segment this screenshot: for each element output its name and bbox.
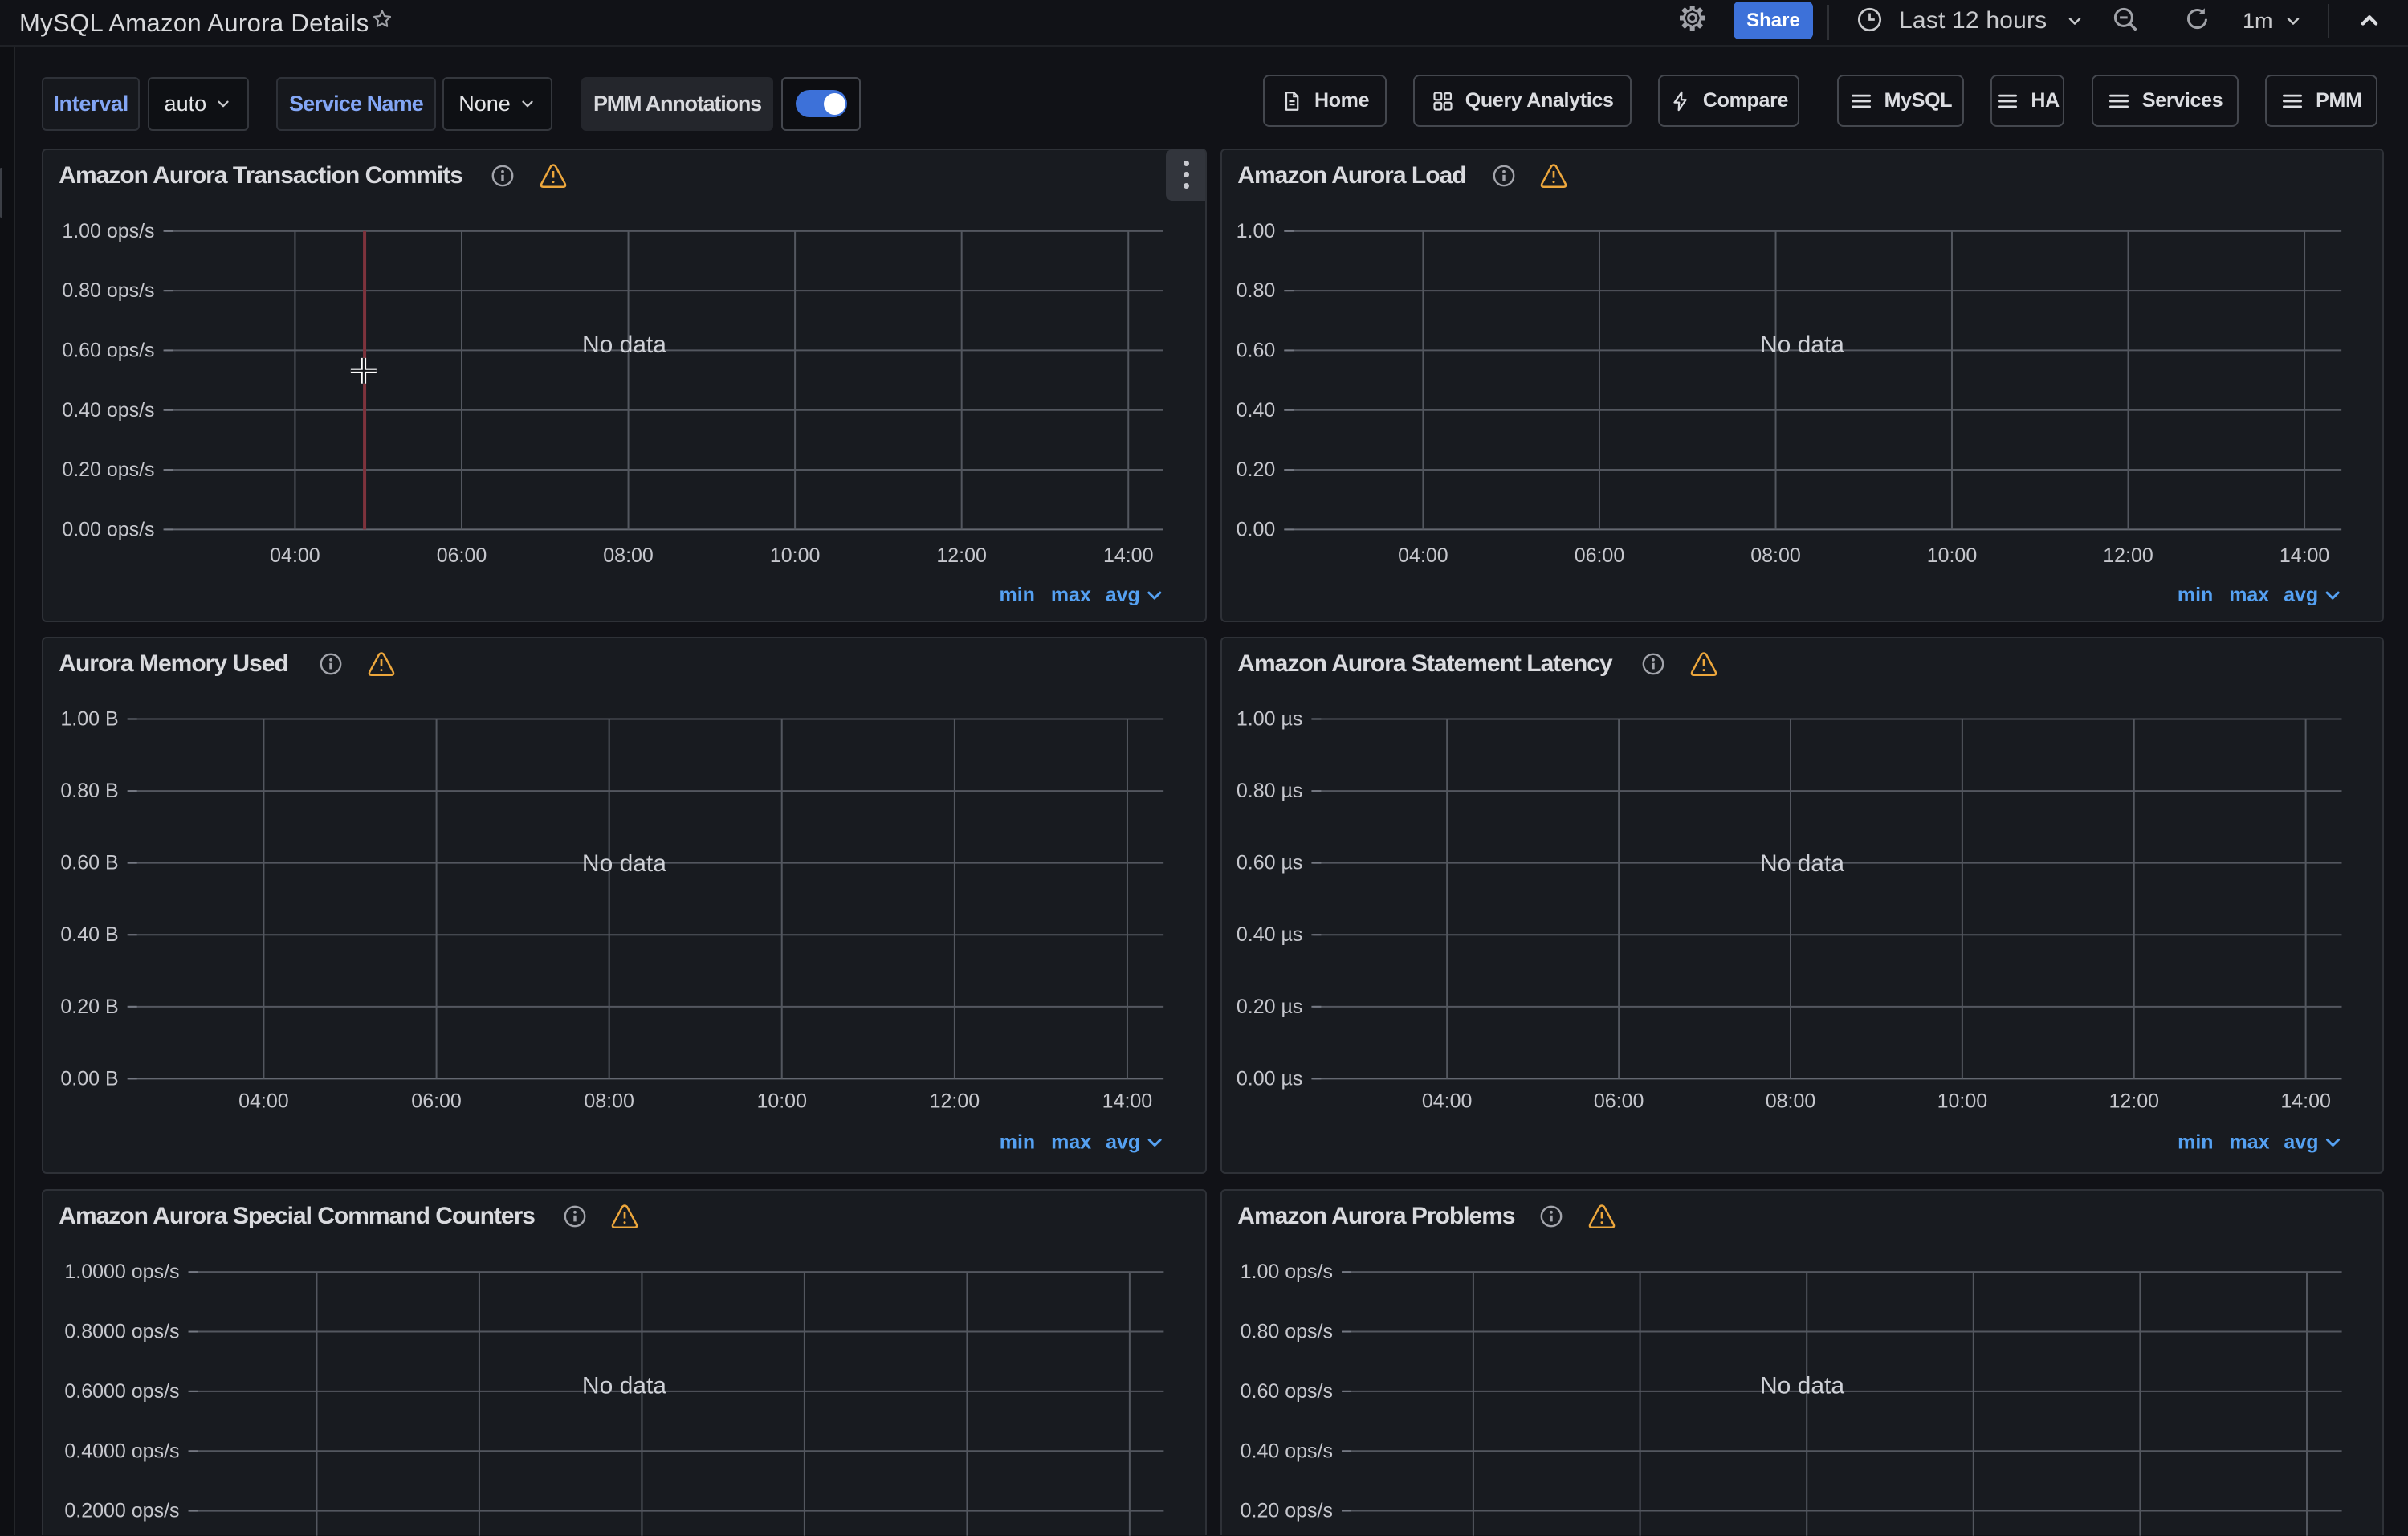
svg-text:0.40 µs: 0.40 µs xyxy=(1237,923,1302,946)
svg-text:04:00: 04:00 xyxy=(1398,544,1448,567)
svg-text:12:00: 12:00 xyxy=(2104,544,2153,567)
svg-text:06:00: 06:00 xyxy=(412,1090,462,1112)
svg-text:0.80: 0.80 xyxy=(1237,279,1276,302)
svg-text:avg: avg xyxy=(2284,584,2318,606)
svg-text:No data: No data xyxy=(582,1372,666,1399)
svg-text:0.2000 ops/s: 0.2000 ops/s xyxy=(65,1499,180,1522)
svg-text:0.00: 0.00 xyxy=(1237,518,1276,540)
svg-text:08:00: 08:00 xyxy=(1751,544,1801,567)
svg-text:04:00: 04:00 xyxy=(1422,1090,1473,1112)
svg-text:0.60: 0.60 xyxy=(1237,339,1276,361)
svg-text:08:00: 08:00 xyxy=(604,544,654,567)
svg-text:08:00: 08:00 xyxy=(585,1090,635,1112)
svg-text:04:00: 04:00 xyxy=(238,1090,289,1112)
svg-text:0.40 ops/s: 0.40 ops/s xyxy=(63,398,155,421)
svg-text:0.60 ops/s: 0.60 ops/s xyxy=(1241,1379,1333,1402)
svg-text:0.60 µs: 0.60 µs xyxy=(1237,851,1302,874)
svg-text:12:00: 12:00 xyxy=(930,1090,980,1112)
svg-text:0.4000 ops/s: 0.4000 ops/s xyxy=(65,1440,180,1462)
svg-text:1.00: 1.00 xyxy=(1237,219,1276,242)
svg-text:0.20 ops/s: 0.20 ops/s xyxy=(1241,1499,1333,1522)
svg-text:14:00: 14:00 xyxy=(2281,1090,2332,1112)
svg-text:1.0000 ops/s: 1.0000 ops/s xyxy=(65,1261,180,1283)
svg-text:14:00: 14:00 xyxy=(1102,1090,1153,1112)
svg-text:14:00: 14:00 xyxy=(2280,544,2329,567)
svg-text:1.00 ops/s: 1.00 ops/s xyxy=(1241,1261,1333,1283)
svg-text:06:00: 06:00 xyxy=(1575,544,1624,567)
svg-text:No data: No data xyxy=(1760,331,1844,357)
svg-text:max: max xyxy=(1051,584,1091,606)
svg-text:min: min xyxy=(2178,584,2213,606)
svg-text:06:00: 06:00 xyxy=(1594,1090,1644,1112)
svg-text:0.20 ops/s: 0.20 ops/s xyxy=(63,458,155,481)
svg-text:10:00: 10:00 xyxy=(757,1090,808,1112)
svg-text:0.40 ops/s: 0.40 ops/s xyxy=(1241,1440,1333,1462)
svg-text:No data: No data xyxy=(582,331,666,357)
svg-text:0.40: 0.40 xyxy=(1237,398,1276,421)
svg-text:08:00: 08:00 xyxy=(1766,1090,1816,1112)
svg-text:0.80 ops/s: 0.80 ops/s xyxy=(63,279,155,302)
svg-text:No data: No data xyxy=(582,849,666,876)
svg-text:10:00: 10:00 xyxy=(1937,1090,1988,1112)
svg-text:0.8000 ops/s: 0.8000 ops/s xyxy=(65,1320,180,1342)
svg-text:12:00: 12:00 xyxy=(2109,1090,2160,1112)
svg-text:max: max xyxy=(2230,584,2270,606)
svg-text:0.00 ops/s: 0.00 ops/s xyxy=(63,518,155,540)
svg-text:1.00 ops/s: 1.00 ops/s xyxy=(63,219,155,242)
svg-text:14:00: 14:00 xyxy=(1103,544,1153,567)
svg-text:avg: avg xyxy=(2284,1131,2319,1153)
svg-text:0.40 B: 0.40 B xyxy=(61,923,119,946)
svg-text:10:00: 10:00 xyxy=(770,544,820,567)
svg-text:06:00: 06:00 xyxy=(437,544,487,567)
svg-text:min: min xyxy=(2178,1131,2213,1153)
svg-text:0.20 µs: 0.20 µs xyxy=(1237,995,1302,1017)
svg-text:12:00: 12:00 xyxy=(937,544,987,567)
svg-text:0.60 B: 0.60 B xyxy=(61,851,119,874)
svg-text:min: min xyxy=(1000,584,1035,606)
svg-text:0.20 B: 0.20 B xyxy=(61,995,119,1017)
svg-text:0.00 B: 0.00 B xyxy=(61,1067,119,1090)
svg-text:0.20: 0.20 xyxy=(1237,458,1276,481)
svg-text:0.80 µs: 0.80 µs xyxy=(1237,780,1302,802)
svg-text:0.00 µs: 0.00 µs xyxy=(1237,1067,1302,1090)
svg-text:max: max xyxy=(2230,1131,2270,1153)
svg-text:avg: avg xyxy=(1106,1131,1140,1153)
svg-text:1.00 µs: 1.00 µs xyxy=(1237,707,1302,730)
svg-text:No data: No data xyxy=(1760,1372,1844,1399)
svg-text:10:00: 10:00 xyxy=(1927,544,1977,567)
svg-text:No data: No data xyxy=(1760,849,1844,876)
svg-text:0.80 ops/s: 0.80 ops/s xyxy=(1241,1320,1333,1342)
svg-text:0.60 ops/s: 0.60 ops/s xyxy=(63,339,155,361)
svg-text:0.6000 ops/s: 0.6000 ops/s xyxy=(65,1379,180,1402)
svg-text:min: min xyxy=(1000,1131,1035,1153)
svg-text:1.00 B: 1.00 B xyxy=(61,707,119,730)
svg-text:04:00: 04:00 xyxy=(270,544,320,567)
svg-text:0.80 B: 0.80 B xyxy=(61,780,119,802)
svg-text:avg: avg xyxy=(1106,584,1140,606)
svg-text:max: max xyxy=(1051,1131,1091,1153)
